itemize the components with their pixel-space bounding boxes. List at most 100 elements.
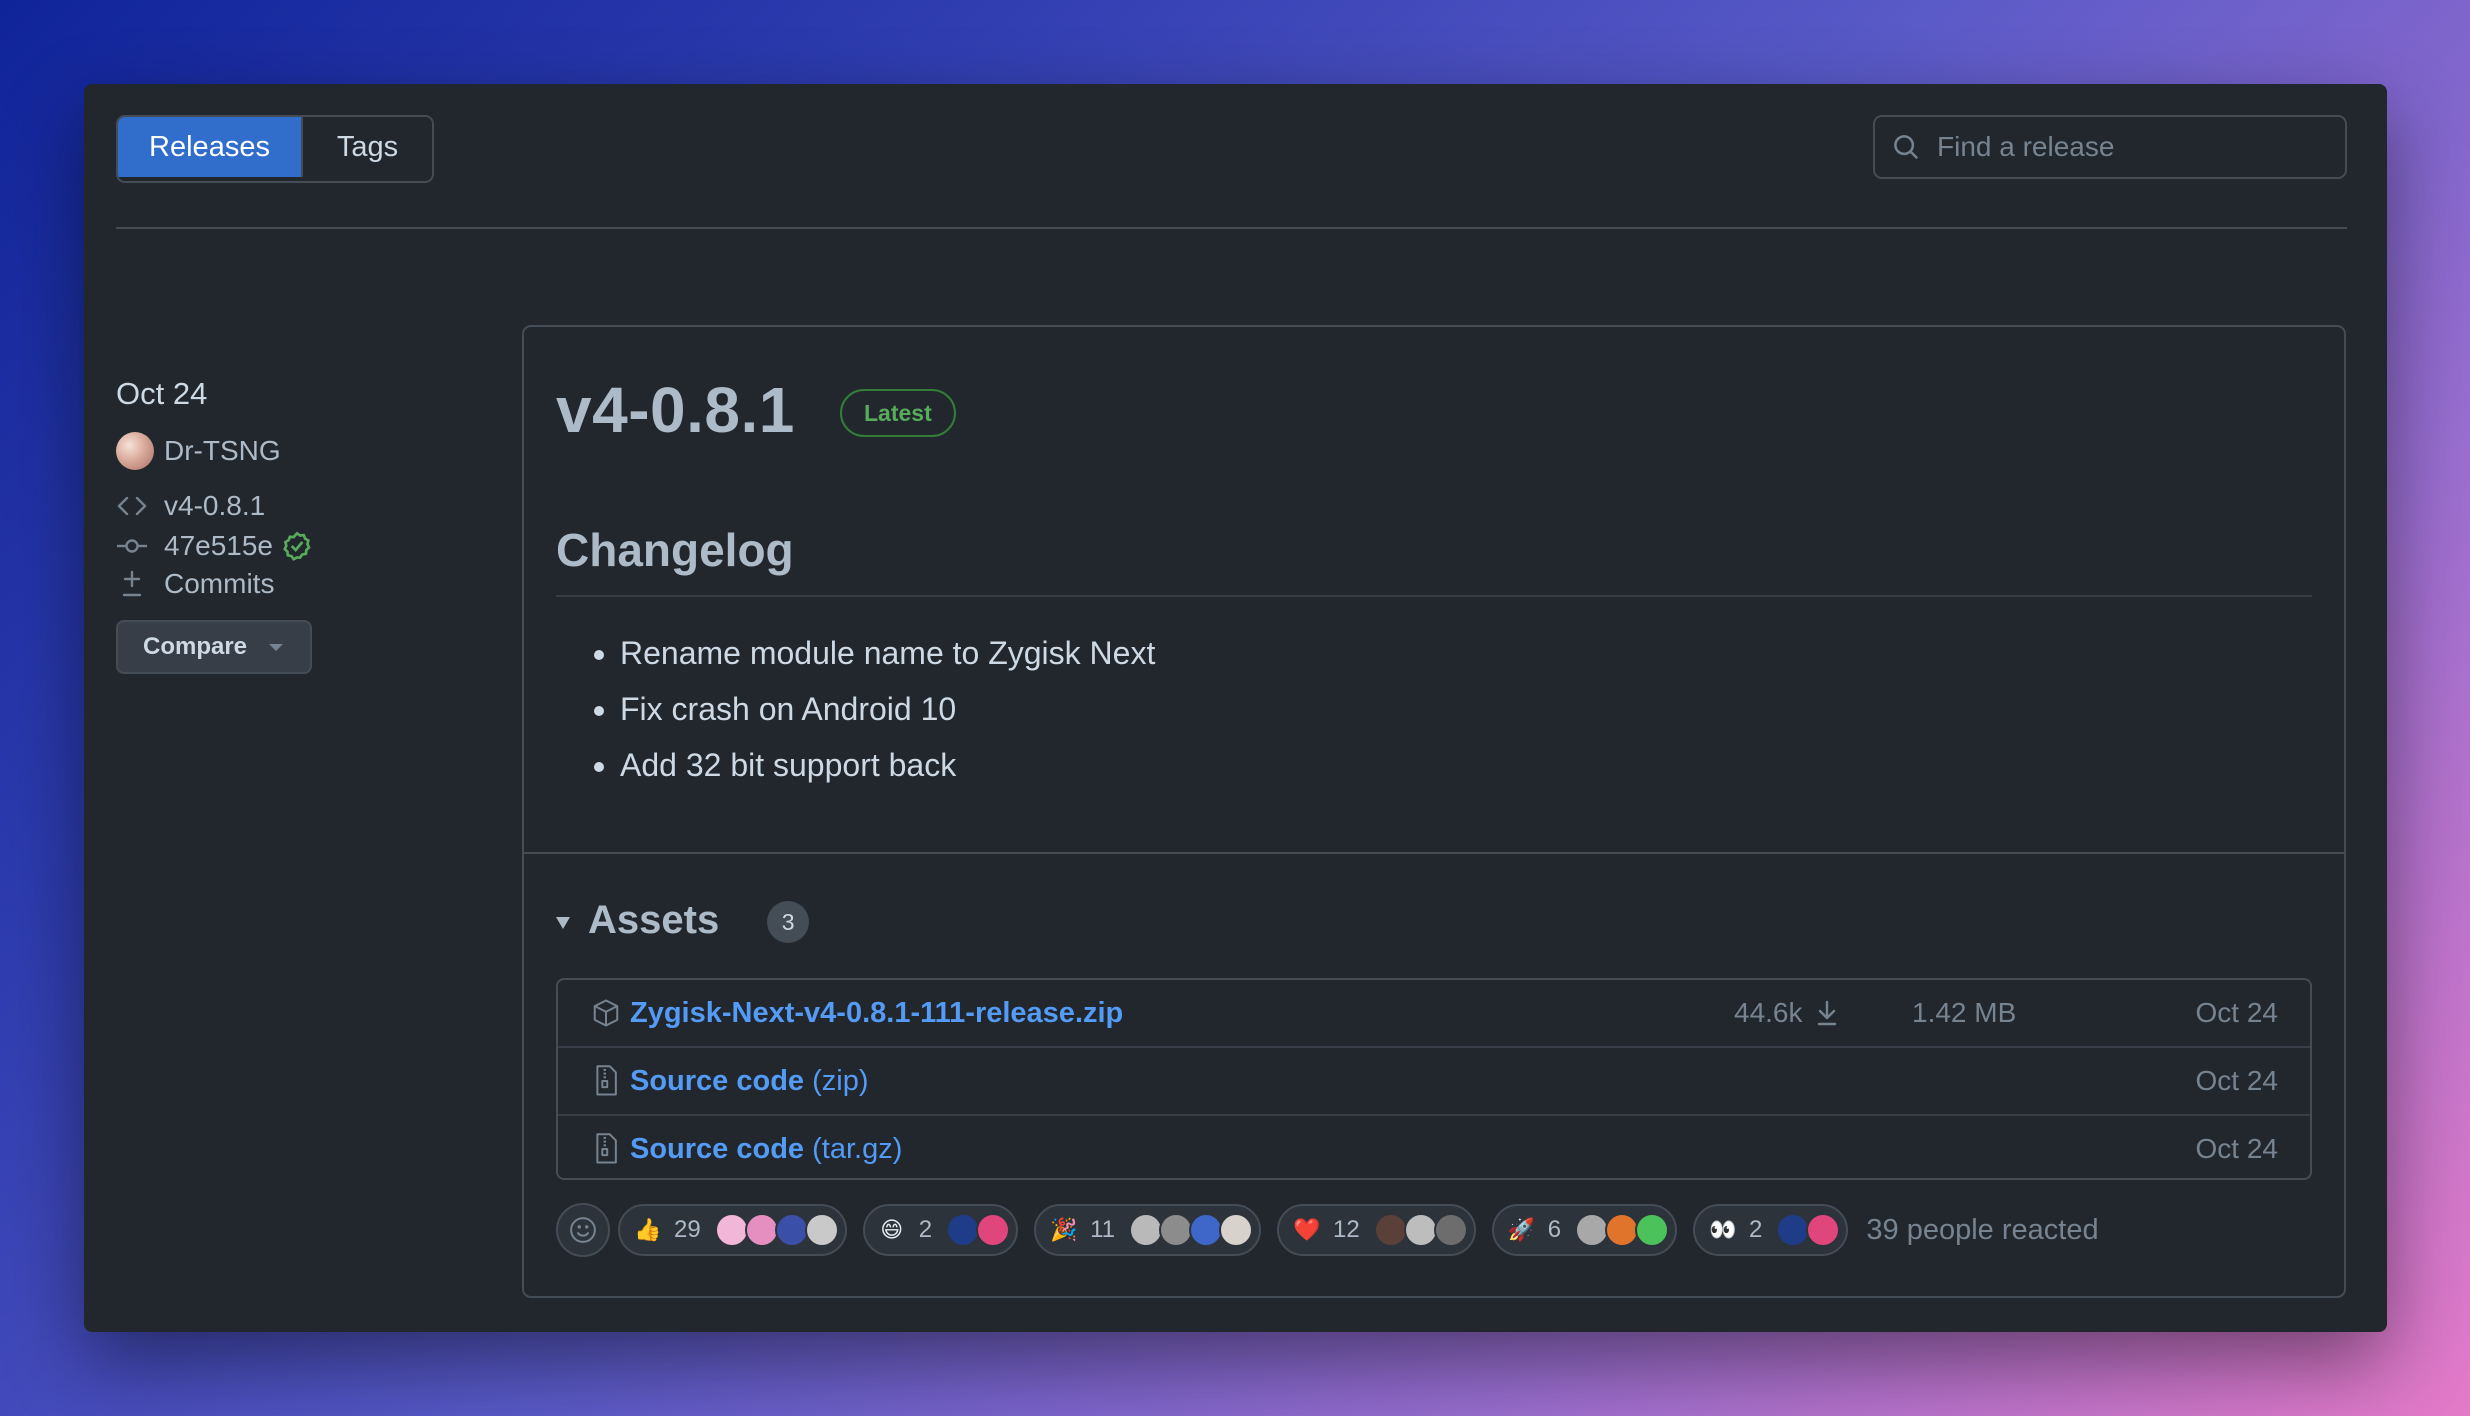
asset-row: Zygisk-Next-v4-0.8.1-111-release.zip 44.…: [558, 980, 2310, 1048]
asset-date: Oct 24: [2195, 997, 2278, 1028]
compare-button[interactable]: Compare: [116, 620, 312, 674]
release-sidebar: Oct 24 Dr-TSNG v4-0.8.1 47e515e Commits …: [116, 374, 446, 674]
chevron-down-icon: [269, 643, 284, 651]
reaction-eyes[interactable]: 👀 2: [1693, 1204, 1849, 1256]
code-icon: [116, 490, 148, 522]
avatar: [1635, 1213, 1670, 1247]
commits-link[interactable]: Commits: [116, 568, 446, 600]
diff-icon: [116, 568, 148, 600]
reaction-smile[interactable]: 😄 2: [862, 1204, 1019, 1256]
avatar: [714, 1213, 749, 1247]
avatar: [1128, 1213, 1163, 1247]
assets-count-badge: 3: [767, 901, 810, 943]
reaction-heart[interactable]: ❤️ 12: [1276, 1204, 1476, 1256]
latest-badge: Latest: [840, 389, 956, 437]
smile-icon: 😄: [880, 1217, 904, 1242]
reaction-count: 12: [1332, 1216, 1360, 1243]
commit-link[interactable]: 47e515e: [116, 530, 446, 562]
author-link[interactable]: Dr-TSNG: [116, 432, 446, 470]
reaction-count: 6: [1547, 1216, 1562, 1243]
rocket-icon: 🚀: [1507, 1217, 1536, 1242]
asset-row: Source code (zip) Oct 24: [558, 1048, 2310, 1116]
asset-row: Source code (tar.gz) Oct 24: [558, 1116, 2310, 1182]
reactions-bar: 👍 29 😄 2 🎉 11 ❤️ 12 🚀 6 👀 2 39 people re…: [556, 1202, 2099, 1258]
assets-heading: Assets: [588, 897, 720, 942]
avatar: [1575, 1213, 1610, 1247]
avatar: [1806, 1213, 1841, 1247]
header-divider: [116, 227, 2347, 229]
asset-link[interactable]: Zygisk-Next-v4-0.8.1-111-release.zip: [630, 997, 1123, 1030]
reactor-avatars: [1776, 1213, 1841, 1247]
release-title[interactable]: v4-0.8.1: [556, 373, 795, 447]
search-icon: [1894, 135, 1919, 160]
list-item: Rename module name to Zygisk Next: [620, 625, 1155, 681]
asset-downloads: 44.6k: [1734, 997, 1839, 1029]
asset-date: Oct 24: [2195, 1065, 2278, 1096]
commits-label: Commits: [164, 568, 275, 599]
commit-icon: [116, 530, 148, 562]
reactor-avatars: [714, 1213, 839, 1247]
changelog-divider: [556, 595, 2312, 597]
avatar: [1158, 1213, 1193, 1247]
tada-icon: 🎉: [1050, 1217, 1078, 1242]
tab-tags[interactable]: Tags: [301, 117, 432, 177]
file-zip-icon: [590, 1133, 622, 1165]
avatar: [116, 432, 154, 470]
avatar: [1403, 1213, 1438, 1247]
author-name: Dr-TSNG: [164, 435, 281, 466]
avatar: [1373, 1213, 1408, 1247]
list-item: Add 32 bit support back: [620, 737, 1155, 793]
thumbs-up-icon: 👍: [634, 1217, 662, 1242]
releases-toolbar: Releases Tags: [116, 115, 2347, 183]
assets-toggle[interactable]: Assets 3: [556, 897, 810, 943]
changelog-heading: Changelog: [556, 524, 794, 576]
reaction-tada[interactable]: 🎉 11: [1034, 1204, 1261, 1256]
release-date: Oct 24: [116, 376, 208, 411]
search-input[interactable]: [1935, 130, 2319, 164]
asset-size: 1.42 MB: [1912, 997, 2017, 1028]
changelog-list: Rename module name to Zygisk Next Fix cr…: [556, 625, 1155, 793]
releases-tags-switch: Releases Tags: [116, 115, 434, 183]
compare-label: Compare: [143, 633, 248, 660]
reaction-thumbs-up[interactable]: 👍 29: [618, 1204, 847, 1256]
avatar: [946, 1213, 981, 1247]
asset-date: Oct 24: [2195, 1133, 2278, 1164]
reaction-count: 11: [1090, 1216, 1115, 1243]
verified-icon[interactable]: [281, 530, 313, 562]
eyes-icon: 👀: [1709, 1217, 1737, 1242]
assets-list: Zygisk-Next-v4-0.8.1-111-release.zip 44.…: [556, 978, 2312, 1180]
reactor-avatars: [1128, 1213, 1253, 1247]
reaction-rocket[interactable]: 🚀 6: [1491, 1204, 1678, 1256]
search-box[interactable]: [1873, 115, 2347, 179]
source-targz-link[interactable]: Source code (tar.gz): [630, 1133, 902, 1166]
reactor-avatars: [1373, 1213, 1468, 1247]
file-zip-icon: [590, 1065, 622, 1097]
card-divider: [524, 852, 2344, 854]
tag-link[interactable]: v4-0.8.1: [116, 490, 446, 522]
avatar: [976, 1213, 1011, 1247]
reaction-count: 29: [674, 1216, 701, 1243]
reactor-avatars: [1575, 1213, 1670, 1247]
source-zip-link[interactable]: Source code (zip): [630, 1065, 869, 1098]
reactions-summary: 39 people reacted: [1866, 1213, 2099, 1246]
triangle-down-icon: [556, 917, 570, 929]
reactor-avatars: [946, 1213, 1011, 1247]
smiley-icon: [570, 1217, 596, 1243]
avatar: [1188, 1213, 1223, 1247]
release-card: v4-0.8.1 Latest Changelog Rename module …: [522, 325, 2346, 1298]
tag-name: v4-0.8.1: [164, 490, 266, 521]
commit-hash: 47e515e: [164, 530, 274, 561]
avatar: [804, 1213, 839, 1247]
heart-icon: ❤️: [1292, 1217, 1321, 1242]
package-icon: [590, 997, 622, 1029]
reaction-count: 2: [918, 1216, 933, 1243]
tab-releases[interactable]: Releases: [118, 117, 301, 177]
avatar: [744, 1213, 779, 1247]
avatar: [1605, 1213, 1640, 1247]
add-reaction-button[interactable]: [556, 1203, 610, 1257]
avatar: [1433, 1213, 1468, 1247]
avatar: [1776, 1213, 1811, 1247]
list-item: Fix crash on Android 10: [620, 681, 1155, 737]
download-icon: [1817, 1000, 1836, 1026]
releases-window: Releases Tags Oct 24 Dr-TSNG v4-0.8.1: [84, 84, 2387, 1332]
